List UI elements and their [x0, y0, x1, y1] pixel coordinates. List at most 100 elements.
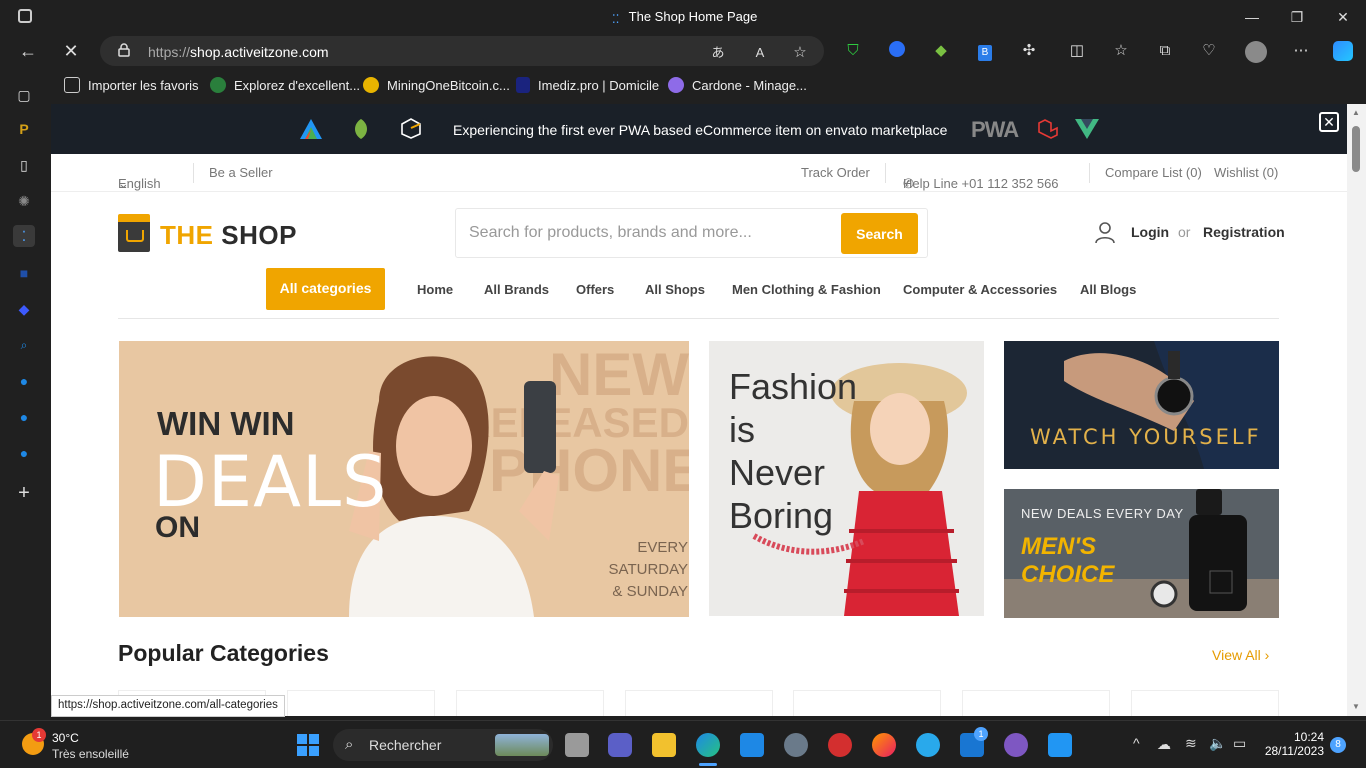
copilot-icon[interactable] — [1333, 41, 1353, 61]
cart-logo-icon — [118, 214, 150, 252]
category-card[interactable] — [287, 690, 435, 716]
favorite-item[interactable]: MiningOneBitcoin.c... — [363, 77, 510, 93]
favorites-icon[interactable]: ☆ — [1111, 41, 1131, 61]
search-icon[interactable]: ⌕ — [13, 334, 35, 356]
telegram-icon[interactable] — [916, 733, 940, 757]
search-button[interactable]: Search — [841, 213, 918, 254]
show-hidden-icons-chevron-icon[interactable]: ^ — [1133, 735, 1140, 751]
search-input[interactable] — [457, 210, 837, 256]
web-page: Experiencing the first ever PWA based eC… — [51, 104, 1347, 716]
category-card[interactable] — [1131, 690, 1279, 716]
scroll-up-icon[interactable]: ▲ — [1352, 108, 1360, 117]
edge-browser-icon[interactable] — [696, 733, 720, 757]
be-a-seller-link[interactable]: Be a Seller — [209, 165, 273, 180]
more-menu-icon[interactable]: ⋯ — [1291, 41, 1311, 61]
file-explorer-icon[interactable] — [652, 733, 676, 757]
url-text[interactable]: https://shop.activeitzone.com — [148, 44, 329, 60]
taskbar-search[interactable]: ⌕ Rechercher — [333, 729, 553, 761]
shield-extension-icon[interactable]: ⛉ — [843, 41, 863, 61]
category-card[interactable] — [793, 690, 941, 716]
task-view-icon[interactable] — [565, 733, 589, 757]
all-categories-button[interactable]: All categories — [266, 268, 385, 310]
banner-win-win-deals[interactable]: NEW RELEASED PHONE WIN WIN DEALS ON EVER… — [119, 341, 689, 617]
category-card[interactable] — [625, 690, 773, 716]
extension-circle-icon[interactable] — [887, 41, 907, 61]
cloud-icon[interactable]: ☁ — [1157, 736, 1171, 753]
extensions-puzzle-icon[interactable]: ✣ — [1019, 41, 1039, 61]
favorite-item[interactable]: Explorez d'excellent... — [210, 77, 360, 93]
nav-men-clothing[interactable]: Men Clothing & Fashion — [732, 282, 881, 297]
windows-start-icon[interactable] — [296, 733, 320, 757]
vscode-icon[interactable] — [1048, 733, 1072, 757]
settings-gear-icon[interactable] — [784, 733, 808, 757]
app-icon[interactable]: ● — [13, 406, 35, 428]
page-icon[interactable]: ▯ — [13, 154, 35, 176]
volume-muted-icon[interactable]: 🔈 — [1209, 735, 1226, 752]
word-icon[interactable]: ■ — [13, 262, 35, 284]
profile-avatar-icon[interactable] — [1245, 41, 1267, 63]
banner-fashion[interactable]: Fashion is Never Boring — [709, 341, 984, 616]
weather-widget[interactable]: 1 30°C Très ensoleillé — [20, 728, 180, 761]
category-card[interactable] — [456, 690, 604, 716]
collections-icon[interactable]: ⧉ — [1155, 41, 1175, 61]
wifi-icon[interactable]: ≋ — [1185, 735, 1197, 752]
close-promo-button[interactable]: ✕ — [1319, 112, 1339, 132]
add-icon[interactable]: + — [13, 482, 35, 504]
back-button[interactable]: ← — [15, 40, 41, 62]
network-icon[interactable]: ✺ — [13, 190, 35, 212]
read-aloud-icon[interactable]: A — [750, 43, 770, 63]
favorite-item[interactable]: Imediz.pro | Domicile — [516, 77, 659, 93]
minimize-button[interactable]: — — [1237, 6, 1267, 28]
lock-icon[interactable] — [118, 43, 130, 57]
stop-loading-button[interactable]: ✕ — [58, 40, 84, 62]
nav-offers[interactable]: Offers — [576, 282, 614, 297]
maximize-button[interactable]: ❐ — [1282, 6, 1312, 28]
p-extension-icon[interactable]: P — [13, 118, 35, 140]
nav-computer-accessories[interactable]: Computer & Accessories — [903, 282, 1057, 297]
scrollbar-thumb[interactable] — [1352, 126, 1360, 172]
site-logo[interactable]: THE SHOP — [118, 212, 298, 252]
split-screen-icon[interactable]: ◫ — [1067, 41, 1087, 61]
favorite-star-icon[interactable]: ☆ — [790, 43, 810, 63]
divider — [885, 163, 886, 183]
extension-diamond-icon[interactable]: ◆ — [931, 41, 951, 61]
performance-heart-icon[interactable]: ♡ — [1199, 41, 1219, 61]
address-bar[interactable]: https://shop.activeitzone.com あ A ☆ — [100, 36, 824, 66]
app-icon[interactable]: ● — [13, 370, 35, 392]
banner-mens-choice[interactable]: NEW DEALS EVERY DAY MEN'S CHOICE — [1004, 489, 1279, 618]
extension-badge-icon[interactable]: B — [975, 41, 995, 61]
nav-all-shops[interactable]: All Shops — [645, 282, 705, 297]
registration-link[interactable]: Registration — [1203, 224, 1285, 240]
opera-icon[interactable] — [828, 733, 852, 757]
section-title: Popular Categories — [118, 640, 329, 666]
nav-all-brands[interactable]: All Brands — [484, 282, 549, 297]
page-scrollbar[interactable]: ▲ ▼ — [1347, 104, 1366, 716]
battery-icon[interactable]: ▭ — [1233, 735, 1246, 752]
category-card[interactable] — [962, 690, 1110, 716]
banner-watch-yourself[interactable]: WATCH YOURSELF — [1004, 341, 1279, 469]
login-link[interactable]: Login — [1131, 224, 1169, 240]
scroll-down-icon[interactable]: ▼ — [1352, 702, 1360, 711]
system-clock[interactable]: 10:24 28/11/2023 — [1262, 730, 1324, 758]
user-icon[interactable] — [1093, 220, 1117, 244]
translate-icon[interactable]: あ — [708, 43, 728, 63]
layers-icon[interactable]: ◆ — [13, 298, 35, 320]
firefox-icon[interactable] — [872, 733, 896, 757]
store-icon[interactable] — [740, 733, 764, 757]
notifications-badge[interactable]: 8 — [1330, 737, 1346, 753]
active-tab-icon[interactable]: ⁚ — [13, 225, 35, 247]
github-icon[interactable] — [1004, 733, 1028, 757]
compare-list-link[interactable]: Compare List (0) — [1105, 165, 1202, 180]
teams-icon[interactable] — [608, 733, 632, 757]
favorite-item[interactable]: Cardone - Minage... — [668, 77, 807, 93]
track-order-link[interactable]: Track Order — [801, 165, 870, 180]
app-icon[interactable]: ● — [13, 442, 35, 464]
view-all-link[interactable]: View All › — [1212, 647, 1269, 663]
tabs-icon[interactable]: ▢ — [13, 84, 35, 106]
wishlist-link[interactable]: Wishlist (0) — [1214, 165, 1278, 180]
nav-home[interactable]: Home — [417, 282, 453, 297]
favorite-item[interactable]: Importer les favoris — [64, 77, 199, 93]
nav-all-blogs[interactable]: All Blogs — [1080, 282, 1136, 297]
close-window-button[interactable]: ✕ — [1328, 6, 1358, 28]
chevron-right-icon: › — [1264, 647, 1270, 663]
